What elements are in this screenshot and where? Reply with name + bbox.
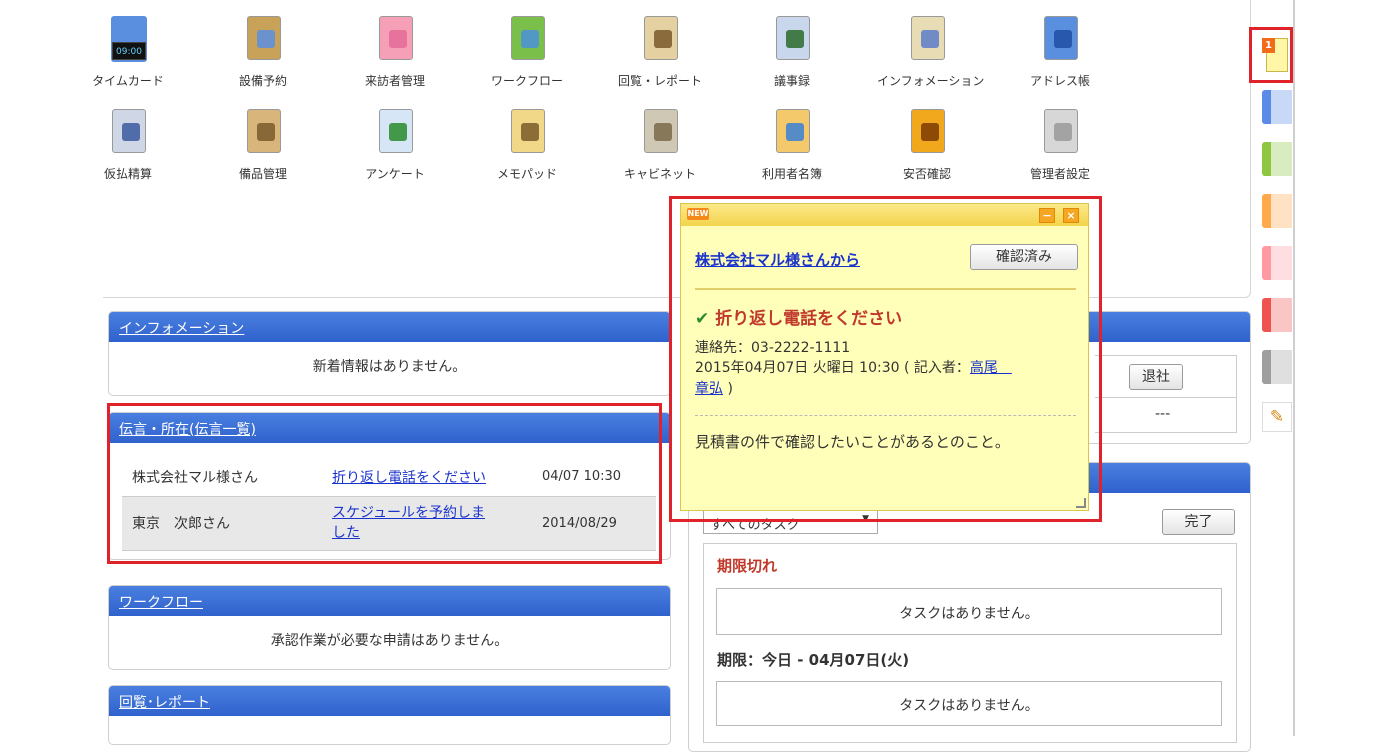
color-tab-1[interactable]	[1262, 90, 1292, 124]
color-tab-2[interactable]	[1262, 142, 1292, 176]
side-divider	[1293, 0, 1295, 736]
circular-report-icon	[632, 10, 688, 72]
safety-confirmation-icon	[899, 103, 955, 165]
app-label: キャビネット	[623, 167, 696, 181]
cabinet-icon	[632, 103, 688, 165]
facility-reservation-icon	[235, 10, 291, 72]
app-minutes[interactable]: 議事録	[742, 10, 842, 94]
app-label: 備品管理	[238, 167, 287, 181]
app-memo-pad[interactable]: メモパッド	[477, 103, 577, 187]
app-facility-reservation[interactable]: 設備予約	[213, 10, 313, 94]
app-label: タイムカード	[92, 74, 164, 88]
pencil-icon[interactable]: ✎	[1262, 402, 1292, 432]
app-address-book[interactable]: アドレス帳	[1010, 10, 1110, 94]
minutes-icon	[764, 10, 820, 72]
app-survey[interactable]: アンケート	[345, 103, 445, 187]
information-panel-header: インフォメーション	[109, 312, 670, 342]
information-icon	[899, 10, 955, 72]
workflow-icon	[499, 10, 555, 72]
notification-tab[interactable]: 1	[1249, 27, 1293, 83]
app-circular-report[interactable]: 回覧・レポート	[610, 10, 710, 94]
advance-payment-icon	[100, 103, 156, 165]
workflow-panel-header: ワークフロー	[109, 586, 670, 616]
popup-highlight-box	[669, 196, 1102, 522]
app-label: 仮払精算	[103, 167, 152, 181]
circular-panel: 回覧･レポート	[108, 685, 671, 745]
messages-highlight-box	[107, 403, 662, 564]
app-label: 設備予約	[238, 74, 287, 88]
app-label: アドレス帳	[1029, 74, 1090, 88]
notification-count-badge: 1	[1262, 38, 1275, 53]
app-label: 回覧・レポート	[617, 74, 702, 88]
app-safety-confirmation[interactable]: 安否確認	[877, 103, 977, 187]
attendance-value: ---	[1155, 406, 1171, 422]
color-tab-5[interactable]	[1262, 298, 1292, 332]
color-tab-6[interactable]	[1262, 350, 1292, 384]
clock-display: 09:00	[112, 42, 146, 60]
app-label: ワークフロー	[490, 74, 563, 88]
today-empty-box: タスクはありません。	[716, 681, 1222, 726]
complete-button[interactable]: 完了	[1162, 509, 1235, 535]
admin-settings-icon	[1032, 103, 1088, 165]
memo-pad-icon	[499, 103, 555, 165]
overdue-label: 期限切れ	[717, 557, 778, 575]
information-empty-text: 新着情報はありません。	[312, 359, 467, 375]
app-label: 議事録	[773, 74, 810, 88]
user-directory-icon	[764, 103, 820, 165]
app-label: 来訪者管理	[364, 74, 425, 88]
app-label: メモパッド	[496, 167, 557, 181]
app-timecard[interactable]: 09:00 タイムカード	[78, 10, 178, 94]
app-admin-settings[interactable]: 管理者設定	[1010, 103, 1110, 187]
circular-panel-header: 回覧･レポート	[109, 686, 670, 716]
app-label: 利用者名簿	[761, 167, 822, 181]
address-book-icon	[1032, 10, 1088, 72]
app-user-directory[interactable]: 利用者名簿	[742, 103, 842, 187]
leave-button[interactable]: 退社	[1129, 364, 1183, 390]
app-label: 安否確認	[902, 167, 951, 181]
app-advance-payment[interactable]: 仮払精算	[78, 103, 178, 187]
circular-title-link[interactable]: 回覧･レポート	[119, 695, 210, 711]
workflow-empty-text: 承認作業が必要な申請はありません。	[270, 633, 509, 649]
visitor-management-icon	[367, 10, 423, 72]
color-tab-4[interactable]	[1262, 246, 1292, 280]
timecard-icon: 09:00	[100, 10, 156, 72]
app-label: 管理者設定	[1029, 167, 1090, 181]
survey-icon	[367, 103, 423, 165]
workflow-title-link[interactable]: ワークフロー	[119, 595, 203, 611]
app-label: インフォメーション	[877, 74, 985, 88]
equipment-management-icon	[235, 103, 291, 165]
information-panel: インフォメーション 新着情報はありません。	[108, 311, 671, 396]
app-workflow[interactable]: ワークフロー	[477, 10, 577, 94]
information-title-link[interactable]: インフォメーション	[119, 321, 244, 337]
workflow-panel: ワークフロー 承認作業が必要な申請はありません。	[108, 585, 671, 670]
color-tab-3[interactable]	[1262, 194, 1292, 228]
app-equipment-management[interactable]: 備品管理	[213, 103, 313, 187]
today-label: 期限：今日 - 04月07日(火)	[717, 651, 910, 669]
app-label: アンケート	[365, 167, 425, 181]
app-visitor-management[interactable]: 来訪者管理	[345, 10, 445, 94]
app-cabinet[interactable]: キャビネット	[610, 103, 710, 187]
app-information[interactable]: インフォメーション	[877, 10, 985, 94]
overdue-empty-box: タスクはありません。	[716, 588, 1222, 635]
